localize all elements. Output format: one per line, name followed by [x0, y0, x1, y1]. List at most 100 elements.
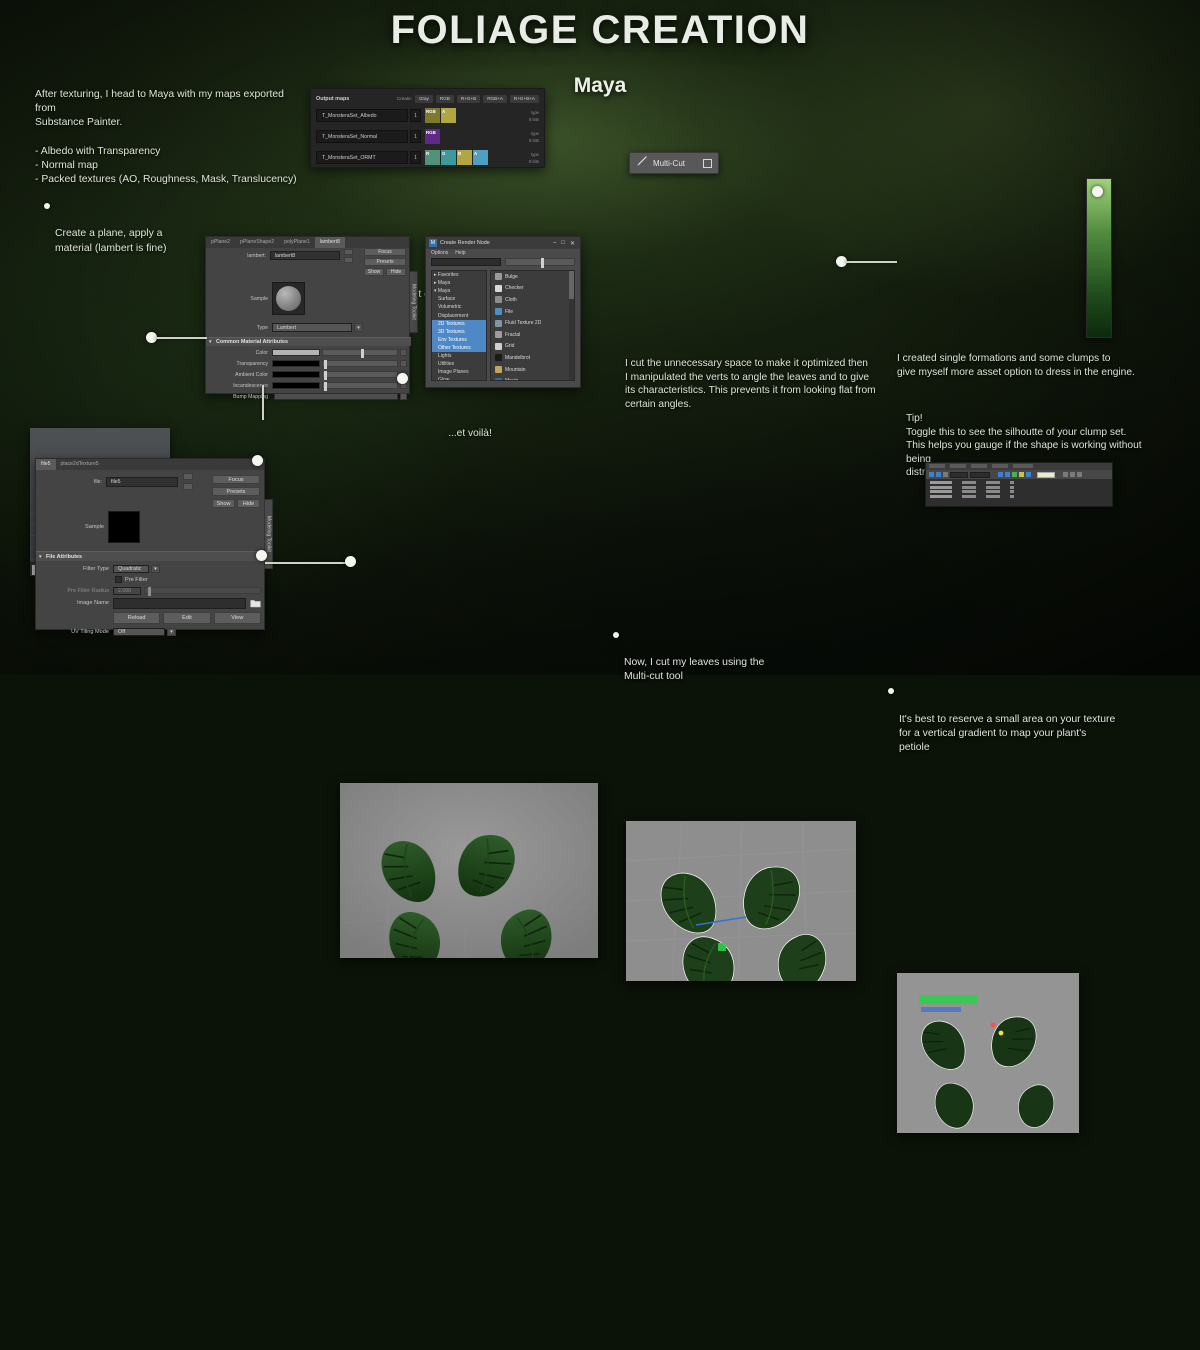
- chevron-down-icon[interactable]: ▾: [167, 627, 176, 636]
- tab-pplane2[interactable]: pPlane2: [206, 237, 235, 248]
- tree-item-image-planes[interactable]: Image Planes: [432, 368, 486, 376]
- hide-button[interactable]: Hide: [386, 268, 406, 276]
- presets-button[interactable]: Presets: [212, 487, 260, 496]
- attribute-row[interactable]: Incandescence: [210, 381, 407, 391]
- color-swatch[interactable]: [272, 360, 320, 367]
- node-item-fluid-texture-2d[interactable]: Fluid Texture 2D: [491, 317, 574, 329]
- hide-button[interactable]: Hide: [237, 499, 260, 508]
- tab-place2dtexture5[interactable]: place2dTexture5: [56, 459, 104, 470]
- map-output-button[interactable]: [344, 256, 353, 263]
- tree-item-glow[interactable]: Glow: [432, 376, 486, 380]
- list-item[interactable]: [930, 494, 1108, 498]
- tree-item-lights[interactable]: Lights: [432, 352, 486, 360]
- create-option-gray[interactable]: Gray: [414, 94, 433, 103]
- tree-item-maya[interactable]: ▸ Maya: [432, 279, 486, 287]
- attribute-row[interactable]: Ambient Color: [210, 370, 407, 380]
- file-node-attribute-editor[interactable]: file5 place2dTexture5 file: file5 Focus …: [35, 458, 273, 636]
- uv-tiling-row[interactable]: UV Tiling Mode Off ▾: [41, 627, 261, 636]
- pre-filter-row[interactable]: Pre Filter: [41, 575, 261, 584]
- map-button[interactable]: [400, 360, 407, 367]
- node-list[interactable]: Bulge Checker Cloth File Fluid Texture 2…: [490, 270, 575, 381]
- node-category-tree[interactable]: ▸ Favorites ▸ Maya ▾ Maya Surface Volume…: [431, 270, 487, 381]
- channel-swatch[interactable]: A: [441, 108, 456, 123]
- view-button[interactable]: View: [213, 611, 261, 624]
- create-option-rgba[interactable]: RGB+A: [483, 94, 507, 103]
- attribute-row[interactable]: Bump Mapping: [210, 392, 407, 401]
- viewport-texture-layout[interactable]: [897, 973, 1079, 1134]
- tree-item-3d-textures[interactable]: 3D Textures: [432, 327, 486, 336]
- menu-options[interactable]: Options: [431, 250, 448, 257]
- outliner-menubar[interactable]: [926, 463, 1112, 470]
- close-icon[interactable]: ✕: [570, 240, 575, 247]
- table-row[interactable]: T_MonsteraSet_ORMT 1 R G B A type 8 bits: [316, 148, 539, 167]
- map-button[interactable]: [400, 349, 407, 356]
- node-item-grid[interactable]: Grid: [491, 341, 574, 353]
- color-swatch[interactable]: [272, 349, 320, 356]
- color-swatch[interactable]: [272, 371, 320, 378]
- channel-swatch[interactable]: R: [425, 150, 440, 165]
- channel-swatch[interactable]: RGB: [425, 129, 440, 144]
- type-dropdown[interactable]: Lambert: [272, 323, 352, 332]
- focus-button[interactable]: Focus: [364, 248, 406, 256]
- scrollbar[interactable]: [569, 271, 574, 380]
- create-option-r-g-b[interactable]: R+G+B: [456, 94, 481, 103]
- channel-swatch[interactable]: G: [441, 150, 456, 165]
- list-item[interactable]: [930, 481, 1108, 484]
- attribute-row[interactable]: Transparency: [210, 359, 407, 369]
- window-menubar[interactable]: Options Help: [426, 249, 580, 258]
- scrollbar-thumb[interactable]: [569, 271, 574, 299]
- tree-item-surface[interactable]: Surface: [432, 295, 486, 303]
- node-item-fractal[interactable]: Fractal: [491, 329, 574, 341]
- tree-item-maya-2[interactable]: ▾ Maya: [432, 287, 486, 295]
- show-button[interactable]: Show: [212, 499, 235, 508]
- icon-size-slider[interactable]: [505, 258, 575, 268]
- chevron-down-icon[interactable]: ▾: [354, 323, 363, 332]
- file-attributes-section[interactable]: ▾ File Attributes: [36, 551, 266, 561]
- tree-item-utilities[interactable]: Utilities: [432, 360, 486, 368]
- material-sample-swatch[interactable]: [272, 282, 305, 315]
- node-item-cloth[interactable]: Cloth: [491, 294, 574, 306]
- image-name-input[interactable]: [113, 597, 246, 609]
- tab-lambert8[interactable]: lambert8: [314, 237, 345, 248]
- file-action-buttons[interactable]: Reload Edit View: [41, 611, 261, 624]
- attribute-slider[interactable]: [322, 371, 398, 380]
- list-item[interactable]: [930, 485, 1108, 489]
- channel-swatch[interactable]: RGB: [425, 108, 440, 123]
- maya-outliner-panel[interactable]: [925, 462, 1113, 507]
- edit-button[interactable]: Edit: [163, 611, 211, 624]
- create-render-node-window[interactable]: M Create Render Node – □ ✕ Options Help …: [425, 236, 581, 388]
- tree-item-2d-textures[interactable]: 2D Textures: [432, 319, 486, 328]
- chevron-down-icon[interactable]: ▾: [151, 564, 160, 573]
- node-item-mountain[interactable]: Mountain: [491, 364, 574, 376]
- attribute-editor-panel[interactable]: pPlane2 pPlaneShape2 polyPlane1 lambert8…: [205, 236, 418, 400]
- search-and-size-row[interactable]: [426, 258, 580, 268]
- file-sample-swatch[interactable]: [108, 511, 140, 543]
- file-node-tabs[interactable]: file5 place2dTexture5: [36, 459, 264, 470]
- pre-filter-radius-row[interactable]: Pre Filter Radius 2.000: [41, 586, 261, 596]
- create-option-r-g-b-a[interactable]: R+G+B+A: [509, 94, 539, 103]
- common-material-attributes-section[interactable]: ▾ Common Material Attributes: [206, 337, 411, 346]
- folder-icon[interactable]: [249, 598, 261, 609]
- map-button[interactable]: [400, 393, 407, 400]
- channel-swatch[interactable]: A: [473, 150, 488, 165]
- filter-type-dropdown[interactable]: Quadratic: [113, 564, 149, 573]
- tab-file5[interactable]: file5: [36, 459, 56, 470]
- show-button[interactable]: Show: [364, 268, 384, 276]
- node-item-checker[interactable]: Checker: [491, 283, 574, 295]
- attribute-editor-tabs[interactable]: pPlane2 pPlaneShape2 polyPlane1 lambert8: [206, 237, 409, 248]
- uv-tiling-dropdown[interactable]: Off: [113, 627, 165, 636]
- window-buttons[interactable]: – □ ✕: [553, 240, 577, 247]
- attribute-slider[interactable]: [322, 349, 398, 358]
- tab-polyplane1[interactable]: polyPlane1: [279, 237, 315, 248]
- search-input[interactable]: [431, 258, 501, 266]
- outliner-toolbar[interactable]: [926, 470, 1112, 479]
- output-map-name[interactable]: T_MonsteraSet_ORMT: [316, 151, 408, 164]
- attribute-slider[interactable]: [322, 382, 398, 391]
- pre-filter-radius-slider[interactable]: [144, 587, 261, 596]
- menu-help[interactable]: Help: [455, 250, 465, 257]
- create-option-rgb[interactable]: RGB: [435, 94, 454, 103]
- color-swatch[interactable]: [272, 382, 320, 389]
- map-input-button[interactable]: [344, 248, 353, 255]
- tree-item-other-textures[interactable]: Other Textures: [432, 343, 486, 352]
- image-name-row[interactable]: Image Name: [41, 597, 261, 609]
